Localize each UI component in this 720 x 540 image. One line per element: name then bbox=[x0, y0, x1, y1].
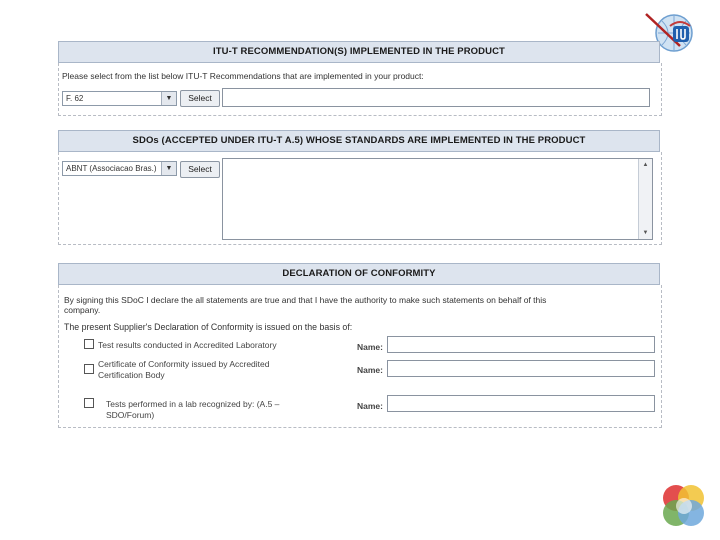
selected-sdos-textarea[interactable]: ▲ ▼ bbox=[222, 158, 653, 240]
section1-header: ITU-T RECOMMENDATION(S) IMPLEMENTED IN T… bbox=[58, 41, 660, 63]
accredited-lab-label: Test results conducted in Accredited Lab… bbox=[98, 340, 277, 350]
recognized-lab-label-line2: SDO/Forum) bbox=[106, 410, 155, 420]
recommendation-select-value: F. 62 bbox=[66, 94, 84, 103]
sdo-select[interactable]: ABNT (Associacao Bras.) ▼ bbox=[62, 161, 177, 176]
certificate-checkbox[interactable] bbox=[84, 364, 94, 374]
name-label: Name: bbox=[357, 365, 383, 375]
selected-recommendations-field[interactable] bbox=[222, 88, 650, 107]
name-label: Name: bbox=[357, 342, 383, 352]
select-sdo-button[interactable]: Select bbox=[180, 161, 220, 178]
name-label: Name: bbox=[357, 401, 383, 411]
textarea-scrollbar[interactable]: ▲ ▼ bbox=[638, 159, 652, 239]
recognized-lab-name-field[interactable] bbox=[387, 395, 655, 412]
certificate-name-field[interactable] bbox=[387, 360, 655, 377]
section3-header: DECLARATION OF CONFORMITY bbox=[58, 263, 660, 285]
sdo-select-value: ABNT (Associacao Bras.) bbox=[66, 164, 157, 173]
certificate-label-line1: Certificate of Conformity issued by Accr… bbox=[98, 359, 270, 369]
recommendation-select[interactable]: F. 62 ▼ bbox=[62, 91, 177, 106]
section2-header: SDOs (ACCEPTED UNDER ITU-T A.5) WHOSE ST… bbox=[58, 130, 660, 152]
color-circles-logo-icon bbox=[663, 485, 704, 526]
recognized-lab-checkbox[interactable] bbox=[84, 398, 94, 408]
scroll-down-icon[interactable]: ▼ bbox=[639, 227, 652, 239]
declaration-statement-line1: By signing this SDoC I declare the all s… bbox=[64, 295, 547, 305]
certificate-label-line2: Certification Body bbox=[98, 370, 165, 380]
basis-text: The present Supplier's Declaration of Co… bbox=[64, 322, 353, 332]
select-recommendation-button[interactable]: Select bbox=[180, 90, 220, 107]
section1-instruction: Please select from the list below ITU-T … bbox=[62, 71, 424, 81]
accredited-lab-checkbox[interactable] bbox=[84, 339, 94, 349]
recognized-lab-label-line1: Tests performed in a lab recognized by: … bbox=[106, 399, 280, 409]
declaration-statement-line2: company. bbox=[64, 305, 101, 315]
accredited-lab-name-field[interactable] bbox=[387, 336, 655, 353]
chevron-down-icon: ▼ bbox=[161, 162, 176, 175]
chevron-down-icon: ▼ bbox=[161, 92, 176, 105]
scroll-up-icon[interactable]: ▲ bbox=[639, 159, 652, 171]
